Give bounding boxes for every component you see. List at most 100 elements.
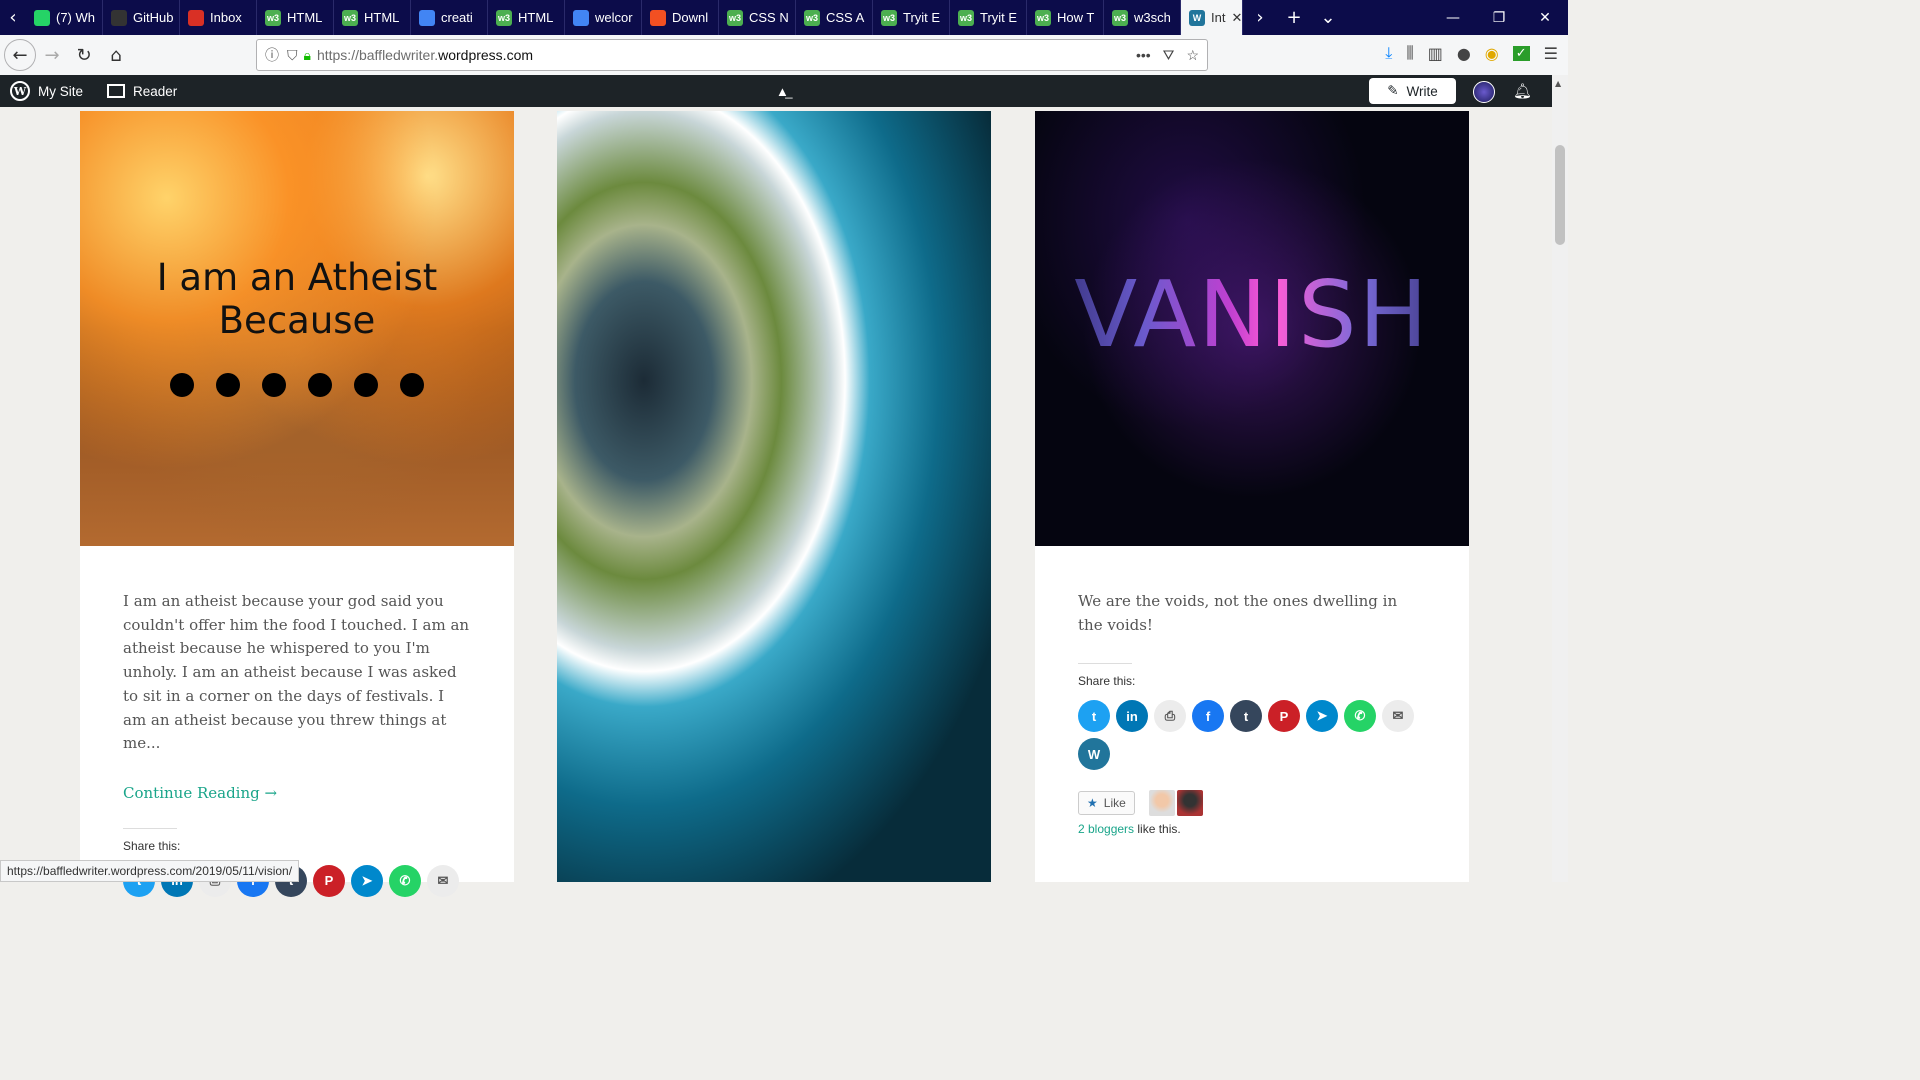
extension-check-icon[interactable]: ✓: [1512, 45, 1530, 61]
sidebar-icon[interactable]: ▥: [1428, 44, 1443, 63]
tab-label: welcor: [595, 10, 633, 25]
share-pinterest-button[interactable]: P: [313, 864, 345, 897]
scroll-up-icon[interactable]: ▲: [1555, 79, 1561, 88]
w3schools-icon: w3: [881, 9, 897, 26]
tab-5[interactable]: creati: [411, 0, 488, 35]
tab-scroll-right-button[interactable]: ›: [1243, 7, 1277, 28]
tab-11[interactable]: w3 Tryit E: [873, 0, 950, 35]
account-icon[interactable]: ●: [1457, 44, 1471, 63]
forward-button[interactable]: →: [36, 39, 68, 71]
share-pinterest-button[interactable]: P: [1268, 700, 1300, 733]
tab-1[interactable]: GitHub: [103, 0, 180, 35]
share-linkedin-button[interactable]: in: [1116, 700, 1148, 733]
telegram-icon: ➤: [361, 872, 373, 888]
tab-12[interactable]: w3 Tryit E: [950, 0, 1027, 35]
write-button[interactable]: ✎ Write: [1369, 78, 1456, 104]
tab-label: creati: [441, 10, 473, 25]
tab-list: (7) Wh GitHub Inbox w3 HTML w3 HTML creati w3 HTM…: [26, 0, 1181, 35]
lock-icon: 🔒︎: [303, 46, 311, 63]
blogger-avatar[interactable]: [1148, 790, 1175, 817]
close-window-button[interactable]: ✕: [1522, 10, 1568, 26]
tab-list-dropdown-button[interactable]: ⌄: [1311, 7, 1345, 28]
tab-4[interactable]: w3 HTML: [334, 0, 411, 35]
tab-7[interactable]: welcor: [565, 0, 642, 35]
status-bar-url: https://baffledwriter.wordpress.com/2019…: [0, 860, 300, 882]
share-tumblr-button[interactable]: t: [1230, 700, 1262, 733]
extension-icon[interactable]: ◉: [1485, 44, 1499, 63]
star-icon: ★: [1087, 796, 1098, 811]
share-label: Share this:: [123, 838, 181, 853]
w3schools-icon: w3: [496, 9, 512, 26]
tab-label: HTML: [364, 10, 400, 25]
minimize-button[interactable]: —: [1430, 10, 1476, 26]
tab-active[interactable]: W Int ✕: [1181, 0, 1243, 35]
page-actions-icon[interactable]: •••: [1136, 47, 1151, 64]
tab-9[interactable]: w3 CSS N: [719, 0, 796, 35]
share-email-button[interactable]: ✉: [1382, 700, 1414, 733]
tab-label: Tryit E: [903, 10, 941, 25]
tab-scroll-left-button[interactable]: ‹: [0, 7, 26, 28]
url-text[interactable]: https://baffledwriter.wordpress.com: [317, 47, 533, 63]
close-tab-icon[interactable]: ✕: [1231, 10, 1242, 26]
twitter-icon: t: [1091, 708, 1097, 724]
facebook-icon: f: [1205, 708, 1211, 724]
like-button[interactable]: ★ Like: [1078, 791, 1135, 816]
restore-button[interactable]: ❐: [1476, 10, 1522, 26]
tumblr-icon: t: [1243, 708, 1249, 724]
share-twitter-button[interactable]: t: [1078, 700, 1110, 733]
new-tab-button[interactable]: +: [1277, 7, 1311, 28]
pinterest-icon: P: [324, 873, 334, 889]
share-email-button[interactable]: ✉: [427, 864, 459, 897]
post-featured-image[interactable]: I am an Atheist Because: [80, 111, 514, 546]
share-print-button[interactable]: ⎙: [1154, 700, 1186, 733]
scroll-thumb[interactable]: [1555, 145, 1565, 245]
blogger-avatar[interactable]: [1176, 790, 1203, 817]
bookmark-star-icon[interactable]: ☆: [1186, 47, 1199, 64]
w3schools-icon: w3: [1112, 9, 1128, 26]
tab-0[interactable]: (7) Wh: [26, 0, 103, 35]
tab-3[interactable]: w3 HTML: [257, 0, 334, 35]
info-icon[interactable]: ⓘ: [265, 45, 279, 65]
likes-count-link[interactable]: 2 bloggers: [1078, 822, 1134, 836]
w3schools-icon: w3: [958, 9, 974, 26]
tab-2[interactable]: Inbox: [180, 0, 257, 35]
tab-label: Downl: [672, 10, 709, 25]
w3schools-icon: w3: [265, 9, 281, 26]
reload-button[interactable]: ↻: [68, 39, 100, 71]
post-featured-image[interactable]: VANISH: [1035, 111, 1469, 546]
page-scrollbar[interactable]: ▲: [1552, 75, 1568, 882]
share-facebook-button[interactable]: f: [1192, 700, 1224, 733]
share-whatsapp-button[interactable]: ✆: [1344, 700, 1376, 733]
image-title-text: VANISH: [1035, 261, 1469, 368]
post-featured-image[interactable]: [557, 111, 991, 882]
tab-14[interactable]: w3 w3sch: [1104, 0, 1181, 35]
tab-label: Int: [1211, 10, 1226, 25]
avatar[interactable]: [1473, 81, 1495, 103]
library-icon[interactable]: ⫼: [1406, 43, 1413, 63]
my-site-link[interactable]: W My Site: [10, 81, 83, 101]
downloads-icon[interactable]: ⤓: [1385, 43, 1392, 63]
tracking-shield-icon[interactable]: ⛉: [287, 47, 298, 64]
linkedin-icon: in: [1126, 708, 1138, 724]
tab-10[interactable]: w3 CSS A: [796, 0, 873, 35]
reader-label: Reader: [133, 83, 178, 99]
tab-8[interactable]: Downl: [642, 0, 719, 35]
share-wordpress-button[interactable]: W: [1078, 738, 1110, 771]
share-divider: [123, 827, 177, 829]
share-whatsapp-button[interactable]: ✆: [389, 864, 421, 897]
notifications-icon[interactable]: 🔔︎: [1513, 82, 1532, 100]
scroll-to-top-icon[interactable]: ▲̲: [776, 84, 789, 99]
post-card-atheist: I am an Atheist Because I am an atheist …: [80, 111, 514, 897]
url-bar[interactable]: ⓘ ⛉ 🔒︎ https://baffledwriter.wordpress.c…: [256, 39, 1208, 71]
back-button[interactable]: ←: [4, 39, 36, 71]
share-telegram-button[interactable]: ➤: [351, 864, 383, 897]
home-button[interactable]: ⌂: [100, 39, 132, 71]
reader-link[interactable]: Reader: [107, 84, 177, 99]
share-telegram-button[interactable]: ➤: [1306, 700, 1338, 733]
my-site-label: My Site: [38, 83, 84, 99]
pocket-icon[interactable]: ⛛: [1163, 47, 1175, 64]
menu-icon[interactable]: ☰: [1544, 44, 1558, 63]
continue-reading-link[interactable]: Continue Reading →: [123, 784, 471, 802]
tab-13[interactable]: w3 How T: [1027, 0, 1104, 35]
tab-6[interactable]: w3 HTML: [488, 0, 565, 35]
